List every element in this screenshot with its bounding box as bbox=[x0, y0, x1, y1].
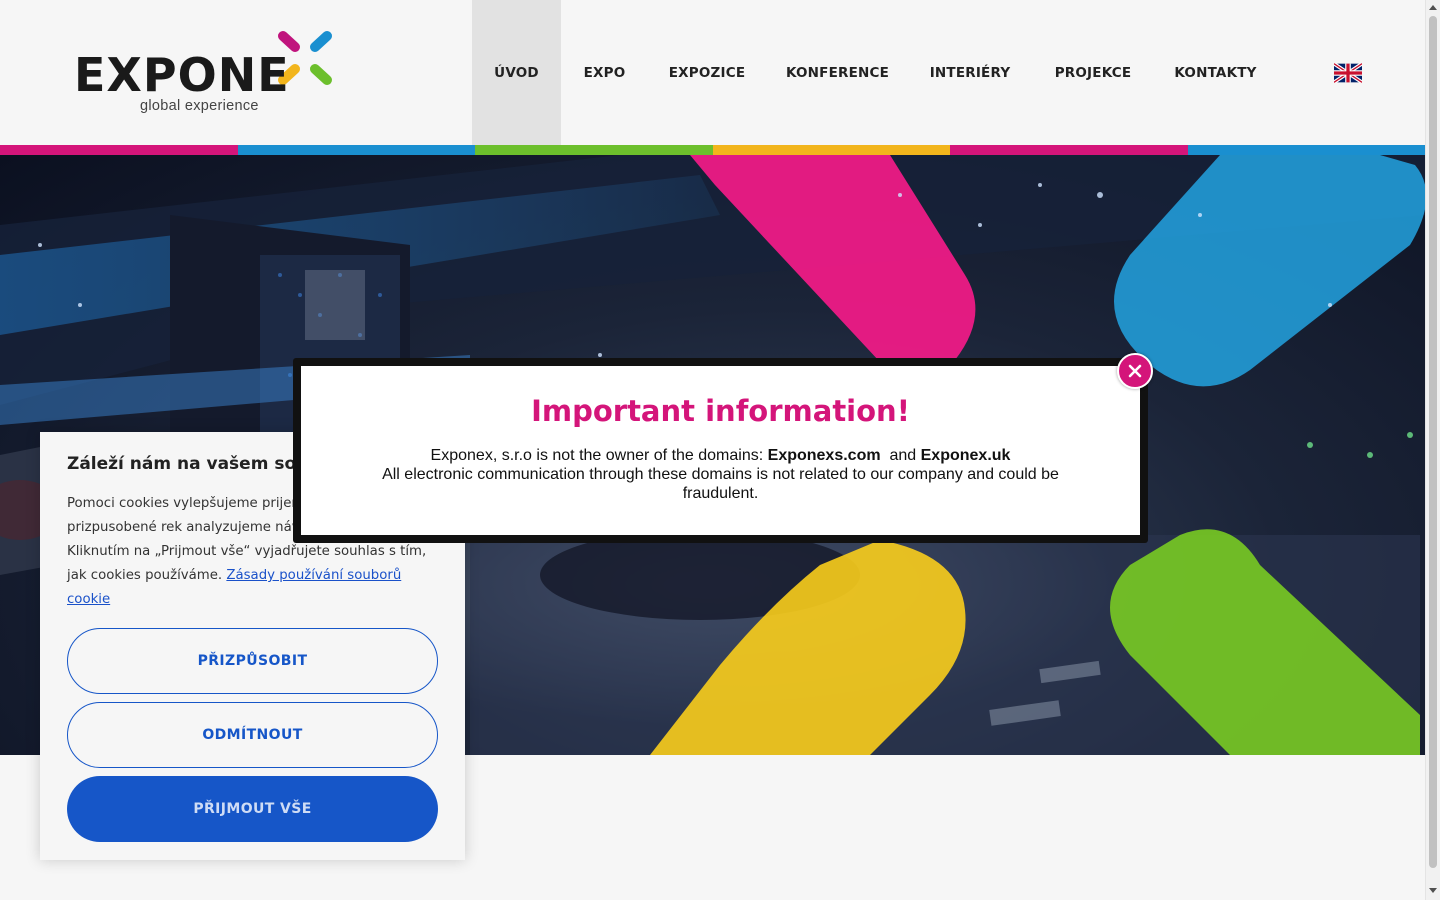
reject-cookies-button[interactable]: ODMÍTNOUT bbox=[67, 702, 438, 768]
modal-domain-2: Exponex.uk bbox=[920, 447, 1011, 464]
main-nav: ÚVOD EXPO EXPOZICE KONFERENCE INTERIÉRY … bbox=[472, 0, 1276, 145]
modal-line-domains: Exponex, s.r.o is not the owner of the d… bbox=[301, 446, 1140, 465]
page: EXPONE global experience ÚVOD EXPO EXPOZ… bbox=[0, 0, 1425, 900]
modal-line-fraud: fraudulent. bbox=[682, 485, 759, 502]
logo-wordmark: EXPONE bbox=[74, 48, 290, 102]
modal-line1-prefix: Exponex, s.r.o is not the owner of the d… bbox=[430, 447, 764, 464]
page-scrollbar[interactable] bbox=[1425, 0, 1440, 900]
scroll-down-arrow-icon[interactable] bbox=[1429, 888, 1437, 893]
stripe-segment bbox=[237, 145, 475, 155]
expone-logo[interactable]: EXPONE global experience bbox=[72, 28, 337, 120]
modal-line-warning: All electronic communication through the… bbox=[382, 466, 1059, 483]
stripe-segment bbox=[475, 145, 713, 155]
modal-domain-1: Exponexs.com bbox=[767, 447, 881, 464]
scrollbar-thumb[interactable] bbox=[1429, 16, 1437, 868]
color-stripe-bar bbox=[0, 145, 1425, 155]
nav-item-expo[interactable]: EXPO bbox=[561, 0, 648, 145]
stripe-segment bbox=[712, 145, 950, 155]
close-icon bbox=[1128, 364, 1142, 378]
uk-flag-icon[interactable] bbox=[1334, 63, 1362, 83]
scroll-up-arrow-icon[interactable] bbox=[1429, 5, 1437, 10]
modal-line1-and: and bbox=[889, 447, 917, 464]
accept-all-cookies-button[interactable]: PŘIJMOUT VŠE bbox=[67, 776, 438, 842]
site-header: EXPONE global experience ÚVOD EXPO EXPOZ… bbox=[0, 0, 1425, 145]
important-info-modal: Important information! Exponex, s.r.o is… bbox=[301, 366, 1140, 535]
stripe-segment bbox=[1187, 145, 1425, 155]
nav-item-konference[interactable]: KONFERENCE bbox=[766, 0, 909, 145]
nav-item-interiery[interactable]: INTERIÉRY bbox=[909, 0, 1031, 145]
nav-item-projekce[interactable]: PROJEKCE bbox=[1031, 0, 1155, 145]
stripe-segment bbox=[0, 145, 238, 155]
stripe-segment bbox=[950, 145, 1188, 155]
nav-item-expozice[interactable]: EXPOZICE bbox=[648, 0, 766, 145]
modal-close-button[interactable] bbox=[1117, 353, 1153, 389]
nav-item-kontakty[interactable]: KONTAKTY bbox=[1155, 0, 1276, 145]
customize-cookies-button[interactable]: PŘIZPŮSOBIT bbox=[67, 628, 438, 694]
logo-tagline: global experience bbox=[140, 98, 259, 114]
nav-item-uvod[interactable]: ÚVOD bbox=[472, 0, 561, 145]
modal-title: Important information! bbox=[531, 394, 910, 428]
